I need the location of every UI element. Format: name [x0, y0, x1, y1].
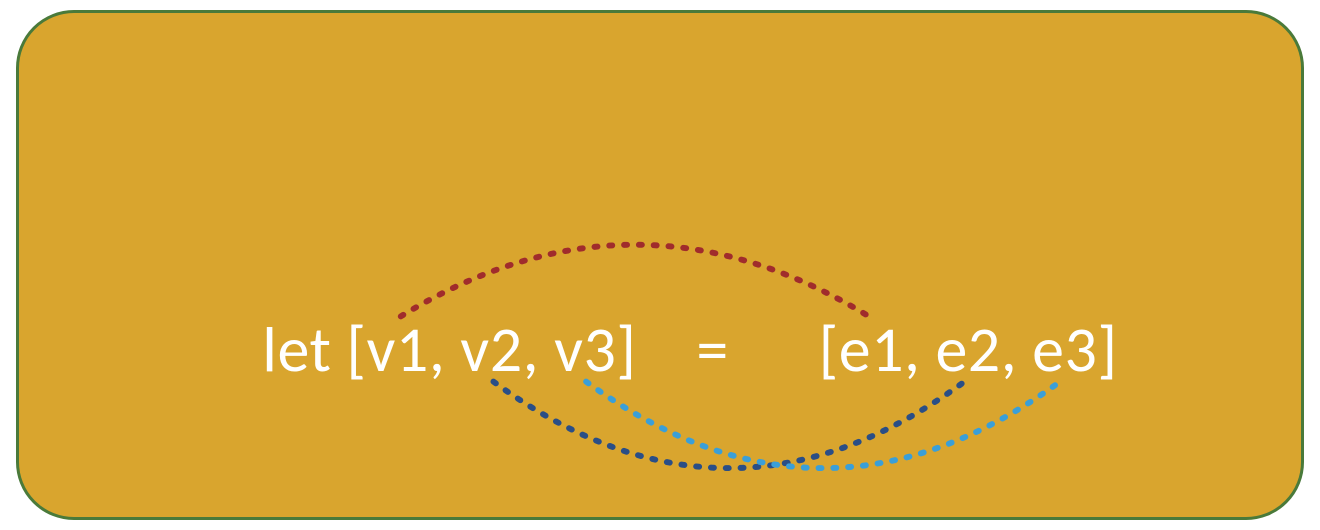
token-e1: e1: [839, 311, 904, 389]
comma-1: ,: [429, 311, 460, 389]
bracket-right-1: ]: [616, 311, 696, 389]
token-v2: v2: [460, 311, 522, 389]
token-v3: v3: [554, 311, 616, 389]
spacer: [729, 311, 819, 389]
token-e2: e2: [935, 311, 1000, 389]
comma-4: ,: [1001, 311, 1032, 389]
token-v1: v1: [367, 311, 429, 389]
comma-2: ,: [523, 311, 554, 389]
token-e3: e3: [1032, 311, 1097, 389]
equals-sign: =: [696, 311, 728, 389]
code-expression: let [v1, v2, v3] = [e1, e2, e3]: [19, 233, 1301, 467]
keyword-let: let: [262, 311, 346, 389]
bracket-left-1: [: [346, 311, 366, 389]
bracket-right-2: ]: [1097, 311, 1117, 389]
bracket-left-2: [: [819, 311, 839, 389]
comma-3: ,: [904, 311, 935, 389]
diagram-panel: let [v1, v2, v3] = [e1, e2, e3]: [16, 10, 1304, 520]
